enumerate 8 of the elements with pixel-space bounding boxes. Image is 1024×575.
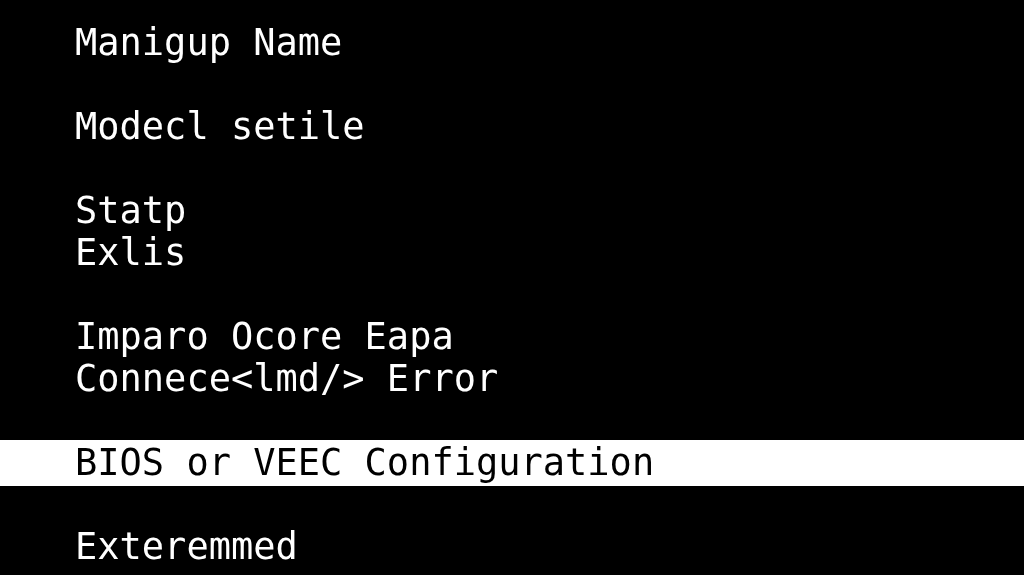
menu-item[interactable]: Manigup Name [0,22,1024,64]
menu-item[interactable]: Statp [0,190,1024,232]
menu-item[interactable]: Connece<lmd/> Error [0,358,1024,400]
menu-item[interactable]: BIOS or VEEC Configuration [0,440,1024,486]
menu-item[interactable]: Modecl setile [0,106,1024,148]
menu-item[interactable]: Imparo Ocore Eapa [0,316,1024,358]
menu-item[interactable]: Exteremmed [0,526,1024,568]
menu-item[interactable]: Exlis [0,232,1024,274]
